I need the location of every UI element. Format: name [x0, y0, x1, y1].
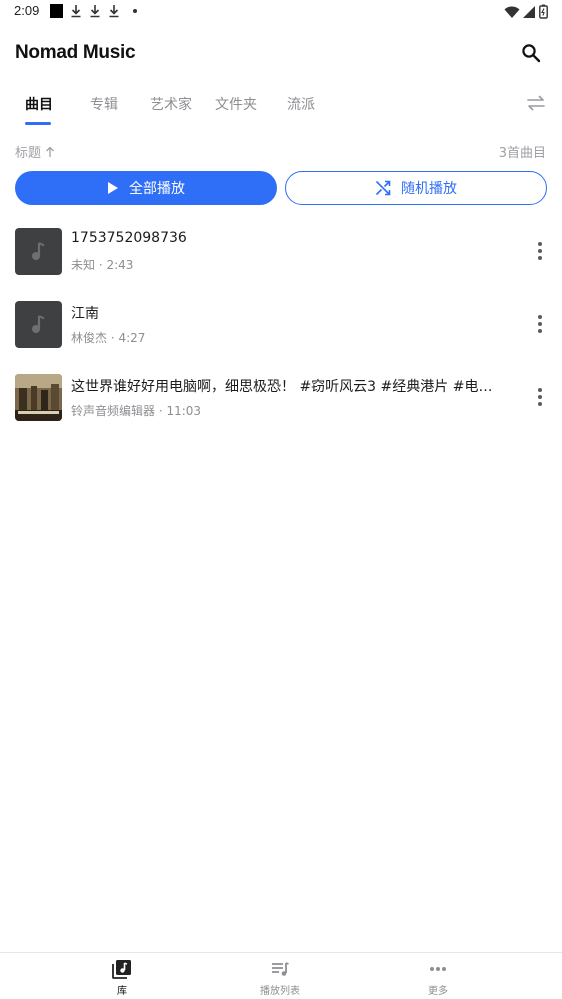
nav-more-label: 更多: [428, 986, 448, 997]
album-art: [15, 301, 62, 348]
shuffle-label: 随机播放: [401, 181, 457, 197]
playlist-icon: [272, 962, 289, 976]
app-title: Nomad Music: [15, 42, 136, 63]
track-row[interactable]: 1753752098736 未知 · 2:43: [0, 228, 562, 288]
nav-library-label: 库: [117, 986, 127, 997]
tab-folders[interactable]: 文件夹: [215, 94, 257, 114]
system-icons: [504, 4, 548, 19]
track-row[interactable]: 这世界谁好好用电脑啊，细思极恐！ #窃听风云3 #经典港片 #电影… 铃声音频编…: [0, 374, 562, 434]
track-more-button[interactable]: [532, 313, 548, 335]
edit-tabs-button[interactable]: [526, 93, 546, 113]
status-bar: 2:09: [0, 0, 562, 24]
battery-icon: [539, 4, 548, 19]
track-subtitle: 林俊杰 · 4:27: [71, 331, 146, 345]
download-icon: [109, 5, 119, 18]
video-thumbnail-image: [15, 374, 62, 421]
shuffle-button[interactable]: 随机播放: [285, 171, 547, 205]
download-icon: [71, 5, 81, 18]
more-horiz-icon: [430, 967, 446, 971]
download-icon: [90, 5, 100, 18]
track-subtitle: 未知 · 2:43: [71, 258, 134, 272]
album-art: [15, 228, 62, 275]
nav-playlists-label: 播放列表: [260, 986, 300, 997]
track-title: 江南: [71, 306, 99, 322]
search-button[interactable]: [518, 40, 544, 66]
tab-tracks[interactable]: 曲目: [25, 94, 53, 114]
sort-label: 标题: [15, 146, 42, 161]
track-subtitle: 铃声音频编辑器 · 11:03: [71, 404, 202, 418]
tab-albums[interactable]: 专辑: [90, 94, 118, 114]
music-note-icon: [31, 241, 44, 260]
sort-selector[interactable]: 标题: [15, 142, 55, 161]
nav-library[interactable]: 库: [82, 959, 162, 997]
more-notifications-dot: [133, 9, 137, 13]
nav-more[interactable]: 更多: [398, 959, 478, 997]
track-row[interactable]: 江南 林俊杰 · 4:27: [0, 301, 562, 361]
play-icon: [108, 182, 118, 194]
track-title: 1753752098736: [71, 230, 187, 246]
library-icon: [112, 960, 131, 979]
track-more-button[interactable]: [532, 386, 548, 408]
arrow-up-icon: [46, 146, 54, 157]
track-title: 这世界谁好好用电脑啊，细思极恐！ #窃听风云3 #经典港片 #电影…: [71, 379, 503, 395]
music-note-icon: [31, 314, 44, 333]
cell-signal-icon: [523, 5, 535, 18]
category-tabs: 曲目 专辑 艺术家 文件夹 流派: [0, 90, 562, 126]
nav-playlists[interactable]: 播放列表: [240, 959, 320, 997]
swap-arrows-icon: [527, 95, 545, 111]
tab-artists[interactable]: 艺术家: [150, 94, 192, 114]
search-icon: [522, 44, 541, 63]
track-count: 3首曲目: [498, 146, 546, 161]
track-more-button[interactable]: [532, 240, 548, 262]
tab-genres[interactable]: 流派: [287, 94, 315, 114]
play-all-label: 全部播放: [129, 181, 185, 197]
notification-icons: [50, 4, 137, 18]
shuffle-icon: [375, 180, 391, 196]
notification-app-icon: [50, 4, 63, 18]
tab-indicator: [25, 122, 51, 125]
play-all-button[interactable]: 全部播放: [15, 171, 277, 205]
status-time: 2:09: [14, 3, 40, 18]
bottom-navigation: 库 播放列表 更多: [0, 952, 562, 999]
album-art-photo: [15, 374, 62, 421]
wifi-icon: [504, 6, 520, 18]
